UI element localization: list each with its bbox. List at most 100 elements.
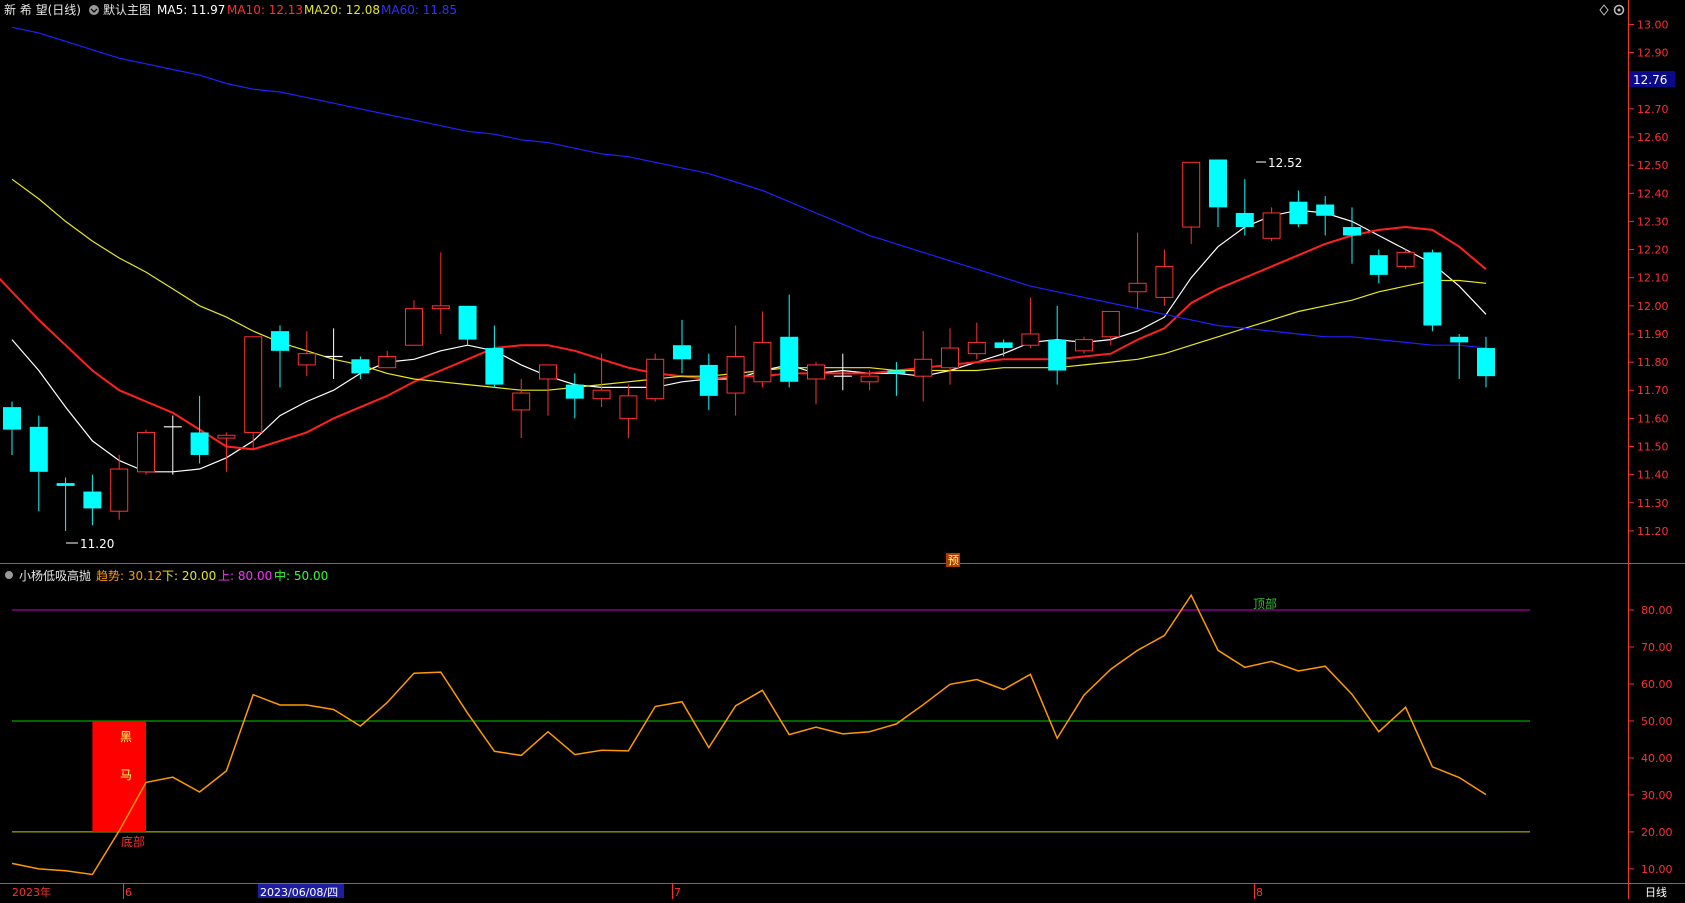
candle[interactable] xyxy=(110,454,129,520)
candle[interactable] xyxy=(512,378,531,439)
candle[interactable] xyxy=(378,350,397,369)
candle[interactable] xyxy=(56,477,75,531)
dark-horse-char-2: 马 xyxy=(120,768,132,782)
candle-body-down xyxy=(1235,212,1254,228)
candle[interactable] xyxy=(726,325,745,416)
candle-body-down xyxy=(1209,159,1227,208)
candle[interactable] xyxy=(1316,196,1335,236)
candle[interactable] xyxy=(271,325,289,388)
candle-body-up xyxy=(1396,251,1415,267)
top-label: 顶部 xyxy=(1253,596,1277,611)
candle[interactable] xyxy=(1369,249,1388,284)
candle-body-down xyxy=(1477,348,1495,377)
mid-legend: 中: 50.00 xyxy=(274,568,328,583)
candle[interactable] xyxy=(619,384,638,439)
candlesticks[interactable] xyxy=(3,159,1495,531)
candle-body-up xyxy=(1155,265,1174,298)
candle[interactable] xyxy=(1128,232,1147,309)
candle[interactable] xyxy=(753,311,772,388)
candle-body-up xyxy=(244,336,263,433)
candle-body-up xyxy=(539,364,557,380)
candle[interactable] xyxy=(565,373,584,419)
chevron-down-icon[interactable] xyxy=(89,5,99,15)
candle[interactable] xyxy=(1048,305,1067,385)
price-tick-label: 11.30 xyxy=(1637,497,1669,510)
candle[interactable] xyxy=(646,353,665,402)
gear-icon-hub xyxy=(1617,8,1621,12)
candle[interactable] xyxy=(914,331,933,402)
candle[interactable] xyxy=(807,362,825,405)
candle[interactable] xyxy=(458,305,477,346)
candle-body-down xyxy=(673,345,691,360)
candle-body-down xyxy=(29,426,48,472)
candle[interactable] xyxy=(699,353,718,410)
candle[interactable] xyxy=(833,353,852,391)
price-axis[interactable]: 13.0012.9012.8012.7012.6012.5012.4012.30… xyxy=(1629,18,1669,538)
candle[interactable] xyxy=(485,325,504,388)
candle-body-down xyxy=(994,342,1013,349)
candle[interactable] xyxy=(190,395,209,464)
dark-horse-char-1: 黑 xyxy=(120,730,132,744)
candle[interactable] xyxy=(1209,159,1227,228)
chart-canvas[interactable]: 13.0012.9012.8012.7012.6012.5012.4012.30… xyxy=(0,0,1685,899)
candle-body-down xyxy=(565,384,584,399)
candle[interactable] xyxy=(431,252,450,334)
candle[interactable] xyxy=(967,322,986,360)
candle-body-down xyxy=(699,364,718,396)
candle[interactable] xyxy=(1235,179,1254,236)
candle-body-down xyxy=(271,331,289,351)
candle-body-up xyxy=(378,355,397,369)
candle-body-up xyxy=(1262,212,1281,239)
trend-line xyxy=(11,593,1487,876)
period-label[interactable]: 日线 xyxy=(1645,885,1667,899)
candle-body-down xyxy=(485,348,504,385)
price-tick-label: 12.10 xyxy=(1637,272,1669,285)
candle[interactable] xyxy=(1396,249,1415,270)
time-axis-month-7: 7 xyxy=(674,886,681,899)
candle[interactable] xyxy=(405,300,423,346)
candle[interactable] xyxy=(244,336,263,450)
candle[interactable] xyxy=(1450,333,1469,379)
price-tick-label: 13.00 xyxy=(1637,18,1669,31)
candle[interactable] xyxy=(324,328,343,379)
candle[interactable] xyxy=(887,362,906,396)
candle[interactable] xyxy=(1423,249,1442,332)
candle[interactable] xyxy=(1289,190,1308,228)
candle[interactable] xyxy=(83,474,102,526)
candle[interactable] xyxy=(1021,297,1040,349)
stock-chart-window[interactable]: 13.0012.9012.8012.7012.6012.5012.4012.30… xyxy=(0,0,1685,899)
candle[interactable] xyxy=(994,339,1013,357)
candle[interactable] xyxy=(1262,207,1281,242)
main-indicator-menu[interactable]: 默认主图 xyxy=(103,2,151,17)
price-tick-label: 12.70 xyxy=(1637,103,1669,116)
indicator-name[interactable]: 小杨低吸高抛 xyxy=(19,568,91,583)
candle[interactable] xyxy=(1477,336,1495,388)
candle[interactable] xyxy=(297,331,316,377)
candle[interactable] xyxy=(673,319,691,374)
price-tick-label: 11.60 xyxy=(1637,412,1669,425)
candle[interactable] xyxy=(1155,249,1174,306)
candle[interactable] xyxy=(137,429,155,475)
indicator-settings-icon[interactable] xyxy=(5,571,13,579)
candle[interactable] xyxy=(351,356,370,379)
candle[interactable] xyxy=(1075,336,1093,354)
cursor-date: 2023/06/08/四 xyxy=(260,886,338,899)
candle[interactable] xyxy=(780,294,799,388)
candle[interactable] xyxy=(163,415,182,475)
candle-body-up xyxy=(1128,282,1147,293)
candle[interactable] xyxy=(1343,207,1361,264)
candle-body-down xyxy=(1316,204,1335,216)
diamond-icon[interactable] xyxy=(1599,4,1609,16)
candle[interactable] xyxy=(217,432,236,472)
candle-body-down xyxy=(3,407,21,430)
candle-body-up xyxy=(860,375,879,383)
candle[interactable] xyxy=(29,415,48,512)
candle[interactable] xyxy=(3,401,21,455)
candle-body-up xyxy=(914,358,933,377)
candle[interactable] xyxy=(1182,161,1201,244)
candle-body-up xyxy=(405,308,423,346)
candle[interactable] xyxy=(941,328,959,385)
candle-body-up xyxy=(431,305,450,310)
candle-body-up xyxy=(726,355,745,394)
indicator-axis[interactable]: 80.00 70.00 60.00 50.00 40.00 30.00 20.00 10.00 xyxy=(1629,604,1673,876)
